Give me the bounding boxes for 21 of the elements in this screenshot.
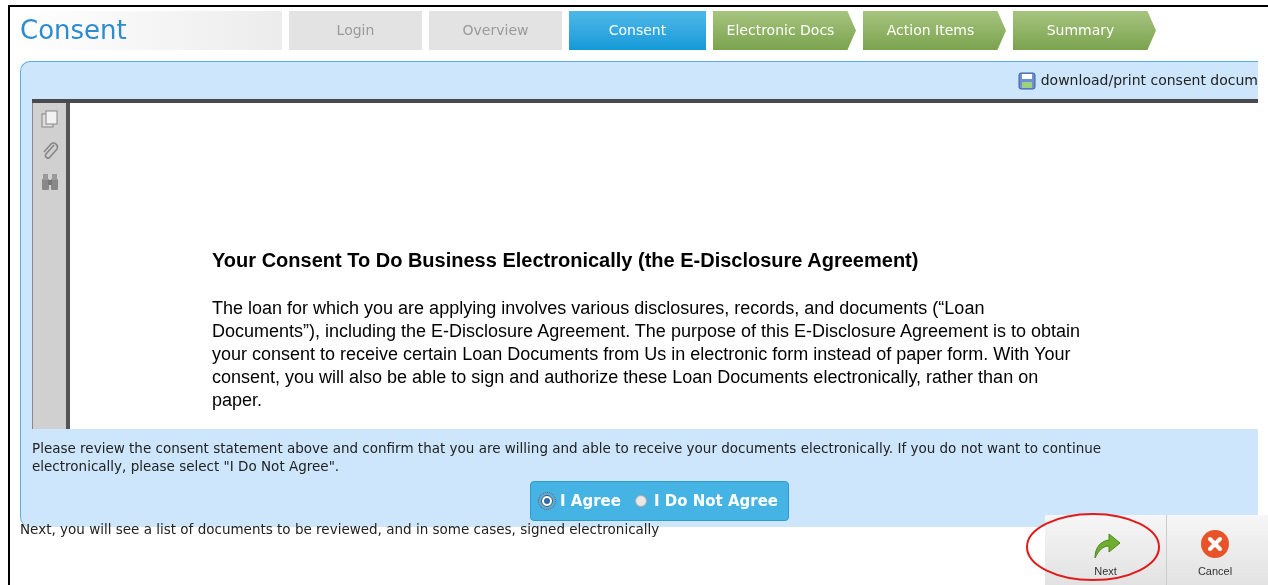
binoculars-icon[interactable] bbox=[39, 173, 60, 191]
step-tab[interactable]: Summary bbox=[1013, 11, 1156, 50]
step-tab[interactable]: Action Items bbox=[863, 11, 1006, 50]
action-button[interactable]: Cancel bbox=[1167, 515, 1263, 585]
radio-option[interactable]: I Agree bbox=[541, 489, 621, 513]
radio-button[interactable] bbox=[541, 495, 553, 507]
next-note: Next, you will see a list of documents to be reviewed, and in some cases, signed electronically bbox=[20, 520, 660, 539]
step-tab[interactable]: Overview bbox=[429, 11, 562, 50]
instructions-text: Please review the consent statement above and confirm that you are willing and able to receive your documents electronically. If you do not want to continue electronically, please select "I Do Not Agree". bbox=[32, 439, 1103, 475]
step-tab[interactable]: Login bbox=[289, 11, 422, 50]
pages-icon[interactable] bbox=[39, 109, 60, 129]
document-heading: Your Consent To Do Business Electronically (the E-Disclosure Agreement) bbox=[212, 248, 920, 273]
download-link[interactable]: download/print consent docum bbox=[1017, 70, 1258, 91]
close-icon bbox=[1200, 528, 1230, 559]
step-tab[interactable]: Consent bbox=[569, 11, 706, 50]
action-button[interactable]: Next bbox=[1045, 515, 1167, 585]
radio-button[interactable] bbox=[634, 495, 647, 507]
step-tab[interactable]: Electronic Docs bbox=[713, 11, 856, 50]
document-paragraph: The loan for which you are applying involves various disclosures, records, and documents (“Loan Documents”), including the E-Disclosure Agreement. The purpose of this E-Disclosure Agreement is to obtain your consent to receive certain Loan Documents from Us in electronic form instead of paper form. With Your consent, you will also be able to sign and authorize these Loan Documents electronically, rather than on paper. bbox=[212, 297, 1082, 412]
page-title: Consent bbox=[20, 11, 282, 50]
radio-option[interactable]: I Do Not Agree bbox=[634, 489, 778, 513]
